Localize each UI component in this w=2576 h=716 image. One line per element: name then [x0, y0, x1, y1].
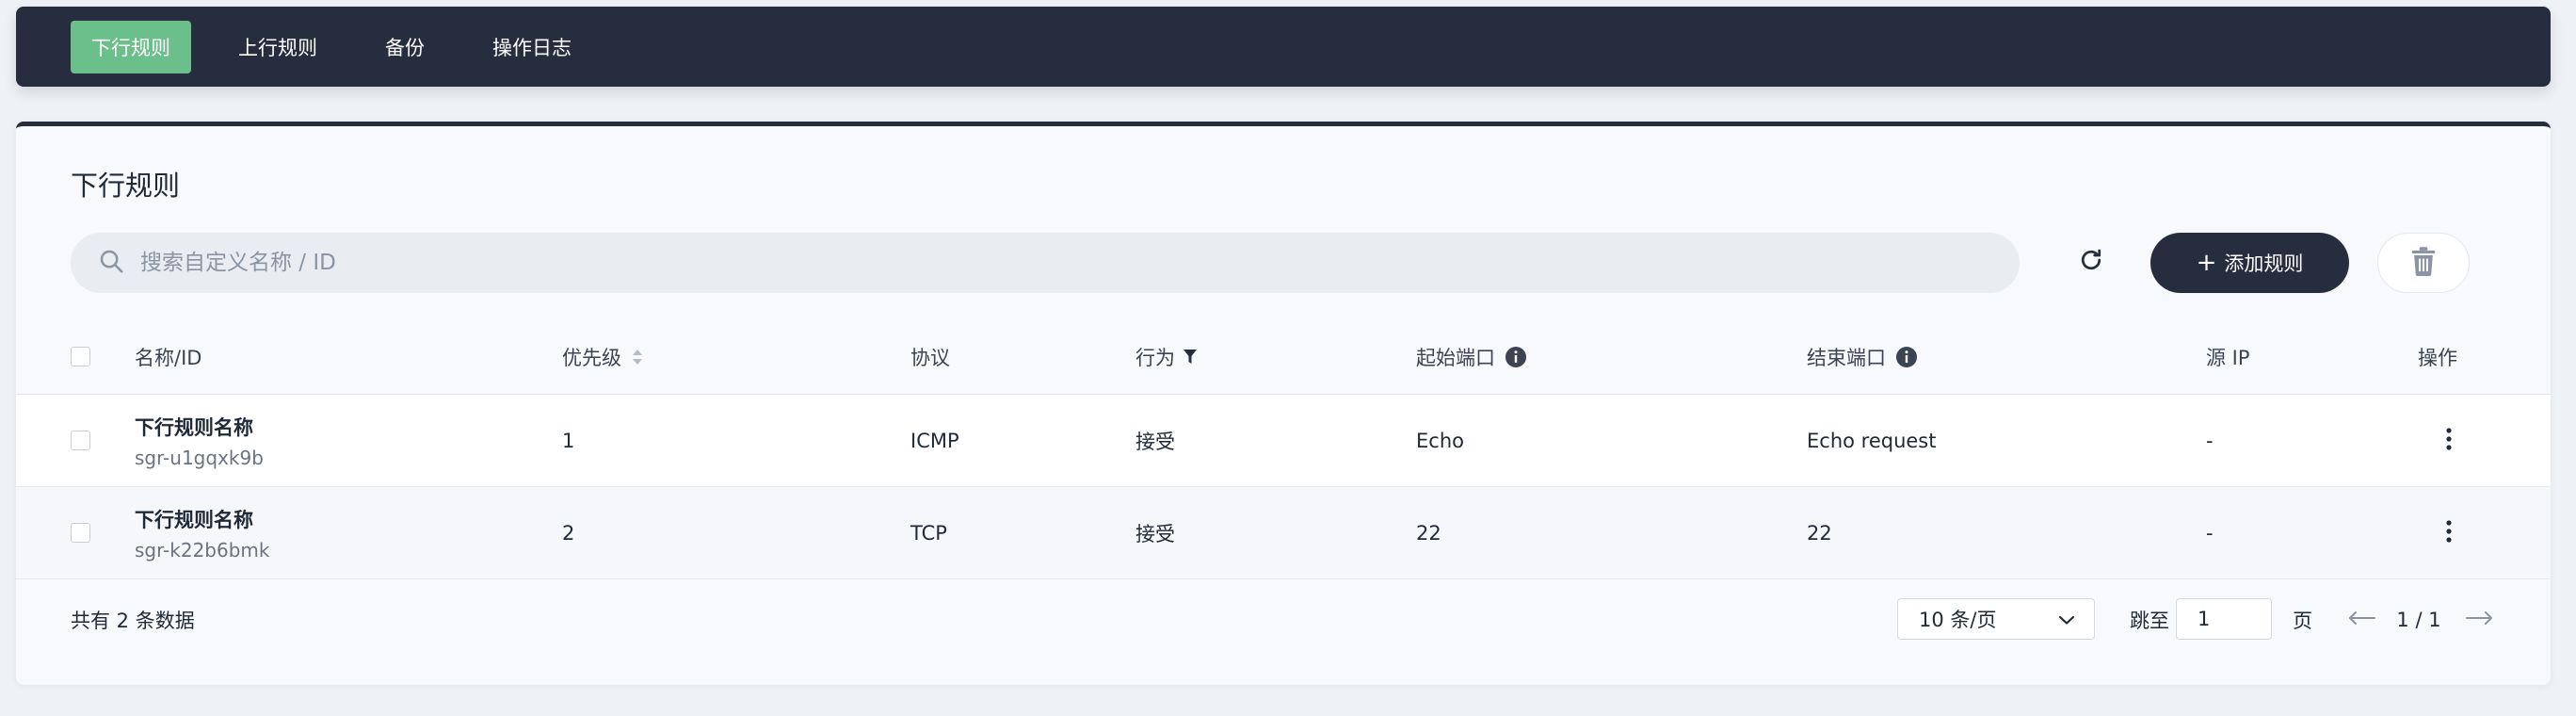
rule-id: sgr-u1gqxk9b [135, 447, 264, 469]
row-checkbox[interactable] [71, 431, 90, 450]
arrow-right-icon [2465, 610, 2493, 629]
search-bar[interactable] [71, 233, 2020, 293]
table-row: 下行规则名称 sgr-u1gqxk9b 1 ICMP 接受 Echo Echo … [16, 395, 2551, 487]
top-nav: 下行规则 上行规则 备份 操作日志 [16, 7, 2551, 87]
rule-id: sgr-k22b6bmk [135, 539, 270, 561]
row-checkbox[interactable] [71, 523, 90, 543]
total-count: 共有 2 条数据 [71, 610, 195, 632]
page-indicator: 1 / 1 [2396, 609, 2441, 631]
tab-downlink-rules[interactable]: 下行规则 [71, 20, 191, 73]
header-end-port: 结束端口 [1807, 319, 1918, 395]
add-rule-button[interactable]: + 添加规则 [2150, 233, 2349, 293]
header-start-port: 起始端口 [1416, 319, 1527, 395]
page-unit-label: 页 [2293, 610, 2312, 632]
trash-icon [2409, 246, 2438, 280]
header-source-ip: 源 IP [2206, 319, 2250, 395]
page-title: 下行规则 [71, 170, 181, 202]
jump-label: 跳至 [2130, 610, 2169, 632]
page-size-value: 10 条/页 [1919, 609, 1997, 631]
chevron-down-icon [2058, 608, 2075, 630]
refresh-icon [2077, 246, 2105, 278]
rules-table: 名称/ID 优先级 协议 行为 起始端口 结束端口 源 IP 操作 下行规则名称… [16, 319, 2551, 579]
next-page-button[interactable] [2462, 582, 2496, 658]
header-name: 名称/ID [135, 319, 201, 395]
source-ip-cell: - [2206, 522, 2214, 545]
delete-button[interactable] [2377, 233, 2470, 293]
table-row: 下行规则名称 sgr-k22b6bmk 2 TCP 接受 22 22 - [16, 487, 2551, 579]
priority-cell: 2 [562, 522, 575, 545]
header-action[interactable]: 行为 [1135, 319, 1198, 395]
source-ip-cell: - [2206, 430, 2214, 452]
header-priority-label: 优先级 [562, 347, 621, 369]
plus-icon: + [2196, 249, 2217, 277]
more-vertical-icon [2445, 519, 2453, 547]
protocol-cell: TCP [910, 522, 947, 545]
search-input[interactable] [140, 251, 1929, 275]
end-port-cell: Echo request [1807, 430, 1937, 452]
header-priority[interactable]: 优先级 [562, 319, 644, 395]
action-cell: 接受 [1135, 523, 1175, 545]
info-icon[interactable] [1895, 346, 1918, 368]
prev-page-button[interactable] [2345, 582, 2379, 658]
arrow-left-icon [2348, 610, 2376, 629]
rule-name[interactable]: 下行规则名称 [135, 505, 253, 533]
priority-cell: 1 [562, 430, 575, 452]
more-actions-button[interactable] [2435, 395, 2463, 487]
info-icon[interactable] [1505, 346, 1527, 368]
more-actions-button[interactable] [2435, 487, 2463, 579]
header-operation-label: 操作 [2418, 347, 2457, 369]
pagination-bar: 共有 2 条数据 10 条/页 跳至 页 1 / 1 [16, 582, 2551, 658]
header-start-port-label: 起始端口 [1416, 347, 1495, 369]
more-vertical-icon [2445, 427, 2453, 455]
header-operation: 操作 [2418, 319, 2457, 395]
select-all-checkbox[interactable] [71, 347, 90, 366]
header-protocol-label: 协议 [910, 347, 950, 369]
table-header: 名称/ID 优先级 协议 行为 起始端口 结束端口 源 IP 操作 [16, 319, 2551, 395]
rules-card: 下行规则 + 添加规则 [16, 122, 2551, 685]
header-action-label: 行为 [1135, 347, 1175, 369]
protocol-cell: ICMP [910, 430, 959, 452]
header-protocol: 协议 [910, 319, 950, 395]
refresh-button[interactable] [2070, 241, 2112, 283]
rule-name-cell: 下行规则名称 sgr-k22b6bmk [135, 487, 270, 579]
start-port-cell: Echo [1416, 430, 1464, 452]
jump-page-input[interactable] [2176, 598, 2272, 640]
filter-icon[interactable] [1183, 348, 1198, 366]
tab-backup[interactable]: 备份 [364, 21, 445, 73]
header-source-ip-label: 源 IP [2206, 347, 2250, 369]
page-size-select[interactable]: 10 条/页 [1897, 598, 2095, 640]
end-port-cell: 22 [1807, 522, 1832, 545]
header-name-label: 名称/ID [135, 347, 202, 369]
rule-name[interactable]: 下行规则名称 [135, 413, 253, 441]
start-port-cell: 22 [1416, 522, 1441, 545]
tab-uplink-rules[interactable]: 上行规则 [217, 21, 338, 73]
sort-icon[interactable] [631, 348, 644, 366]
rule-name-cell: 下行规则名称 sgr-u1gqxk9b [135, 395, 264, 487]
header-end-port-label: 结束端口 [1807, 347, 1886, 369]
action-cell: 接受 [1135, 431, 1175, 453]
add-rule-label: 添加规则 [2224, 252, 2304, 275]
search-icon [97, 247, 125, 279]
tab-operation-log[interactable]: 操作日志 [472, 21, 592, 73]
